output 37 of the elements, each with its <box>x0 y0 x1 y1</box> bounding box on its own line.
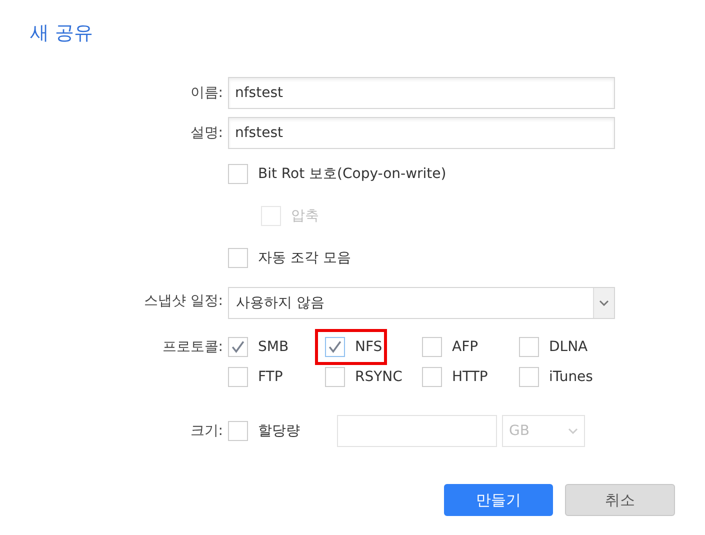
chevron-down-icon <box>599 300 609 306</box>
checkbox[interactable] <box>228 248 248 268</box>
option-label: 압축 <box>291 207 319 225</box>
protocol-label: AFP <box>452 339 478 355</box>
quota-label: 할당량 <box>258 422 301 440</box>
option-label: Bit Rot 보호(Copy-on-write) <box>258 165 446 183</box>
protocol-label: SMB <box>258 339 289 355</box>
checkbox[interactable] <box>422 337 442 357</box>
checkbox[interactable] <box>325 337 345 357</box>
field-label: 설명: <box>189 124 223 142</box>
snapshot-select[interactable]: 사용하지 않음 <box>228 287 615 319</box>
checkbox[interactable] <box>519 337 539 357</box>
protocol-label: NFS <box>355 339 382 355</box>
checkbox[interactable] <box>228 337 248 357</box>
protocol-label: FTP <box>258 369 283 385</box>
cancel-button[interactable]: 취소 <box>565 484 675 516</box>
description-field[interactable]: nfstest <box>228 117 615 149</box>
field-label: 프로토콜: <box>161 338 223 356</box>
protocol-label: DLNA <box>549 339 588 355</box>
checkbox[interactable] <box>519 367 539 387</box>
option-label: 자동 조각 모음 <box>258 249 351 267</box>
protocol-label: RSYNC <box>355 369 402 385</box>
highlight-frame <box>315 329 387 365</box>
field-label: 크기: <box>189 422 223 440</box>
protocol-label: HTTP <box>452 369 488 385</box>
checkbox[interactable] <box>325 367 345 387</box>
create-button[interactable]: 만들기 <box>444 484 553 516</box>
protocol-label: iTunes <box>549 369 593 385</box>
checkbox[interactable] <box>228 367 248 387</box>
checkbox[interactable] <box>422 367 442 387</box>
field-label: 스냅샷 일정: <box>142 292 223 310</box>
checkbox[interactable] <box>228 164 248 184</box>
name-field[interactable]: nfstest <box>228 77 615 109</box>
checkbox[interactable] <box>228 421 248 441</box>
chevron-down-icon <box>568 428 578 434</box>
dialog-title: 새 공유 <box>30 21 94 46</box>
field-label: 이름: <box>189 84 223 102</box>
